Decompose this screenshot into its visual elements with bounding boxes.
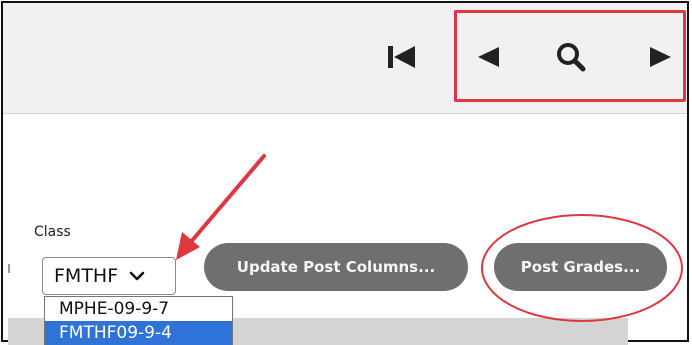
post-grades-highlight-ellipse (481, 214, 683, 322)
annotation-arrow-shaft (188, 154, 266, 245)
annotation-layer (176, 154, 683, 322)
